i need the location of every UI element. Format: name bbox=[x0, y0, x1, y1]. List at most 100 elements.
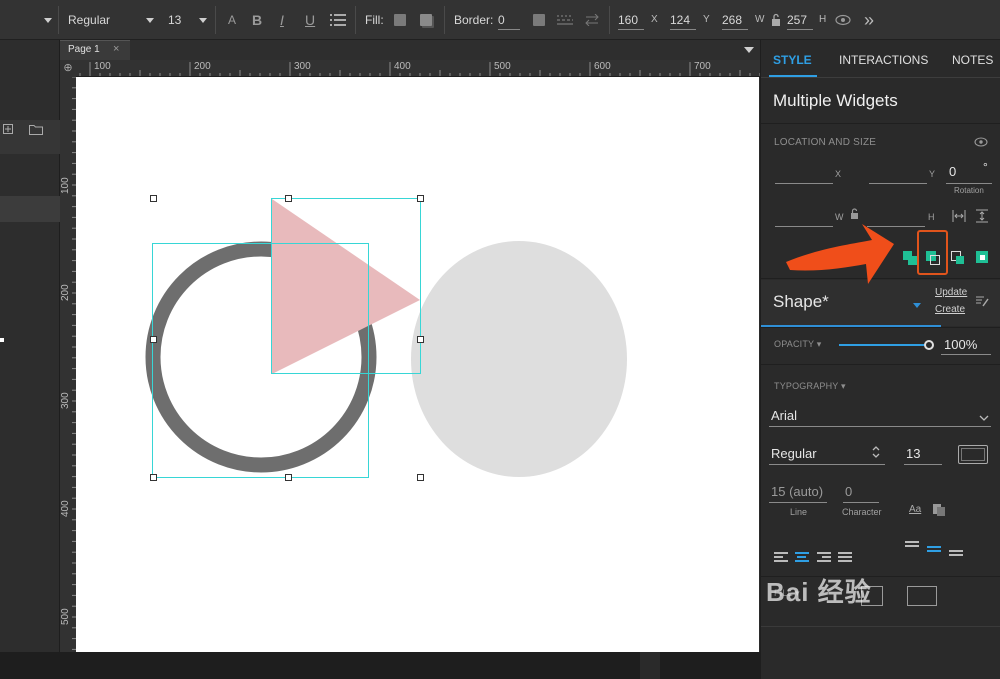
tab-style[interactable]: STYLE bbox=[773, 53, 812, 67]
align-left-icon[interactable] bbox=[774, 552, 788, 562]
font-size-dropdown-icon[interactable] bbox=[199, 18, 207, 23]
shape-style-name[interactable]: Shape* bbox=[773, 292, 829, 312]
font-color-icon[interactable]: A bbox=[228, 0, 236, 40]
tab-menu-dropdown-icon[interactable] bbox=[744, 47, 754, 53]
update-style-link[interactable]: Update bbox=[935, 287, 967, 298]
bullet-list-icon[interactable] bbox=[330, 13, 346, 27]
resize-handle[interactable] bbox=[417, 195, 424, 202]
fill-image-button[interactable] bbox=[907, 586, 937, 606]
bring-to-front-icon[interactable] bbox=[902, 250, 918, 266]
align-center-icon[interactable] bbox=[795, 552, 809, 562]
send-to-back-icon[interactable] bbox=[975, 250, 991, 266]
opacity-slider[interactable] bbox=[839, 340, 934, 350]
style-dropdown-icon[interactable] bbox=[913, 303, 921, 308]
chevron-down-icon[interactable] bbox=[979, 415, 989, 421]
fill-color-swatch[interactable] bbox=[394, 14, 406, 26]
send-backward-icon[interactable] bbox=[950, 250, 966, 266]
resize-handle[interactable] bbox=[417, 474, 424, 481]
resize-handle[interactable] bbox=[150, 474, 157, 481]
chevron-down-icon[interactable] bbox=[44, 18, 52, 23]
ruler-origin-icon[interactable]: ⊕ bbox=[60, 60, 76, 77]
rotation-unit: ° bbox=[983, 160, 988, 174]
active-tab-indicator bbox=[769, 75, 817, 77]
design-canvas[interactable] bbox=[76, 77, 759, 652]
resize-handle[interactable] bbox=[417, 336, 424, 343]
fit-height-icon[interactable] bbox=[976, 209, 988, 223]
pink-triangle-shape[interactable] bbox=[272, 199, 420, 374]
width-input[interactable]: 268 bbox=[722, 12, 748, 30]
typography-label[interactable]: TYPOGRAPHY ▾ bbox=[774, 381, 846, 392]
ruler-label: 400 bbox=[60, 500, 71, 517]
grey-circle-shape[interactable] bbox=[411, 241, 627, 477]
add-folder-icon[interactable] bbox=[29, 124, 43, 135]
location-size-heading: LOCATION AND SIZE bbox=[774, 137, 877, 148]
horizontal-ruler: 100 200 300 400 500 600 700 bbox=[60, 60, 760, 77]
toolbar-separator bbox=[444, 6, 445, 34]
top-toolbar: Regular 13 A B I U Fill: Border: 0 160 X… bbox=[0, 0, 1000, 40]
resize-handle[interactable] bbox=[285, 474, 292, 481]
ruler-label: 100 bbox=[94, 61, 111, 72]
toolbar-separator bbox=[355, 6, 356, 34]
y-position-input[interactable]: 124 bbox=[670, 12, 696, 30]
tab-page-1[interactable]: Page 1 × bbox=[60, 40, 130, 60]
y-input[interactable] bbox=[869, 183, 927, 184]
visibility-eye-icon[interactable] bbox=[835, 14, 851, 26]
underline-icon[interactable]: U bbox=[305, 0, 315, 40]
fit-width-icon[interactable] bbox=[952, 210, 966, 222]
italic-icon[interactable]: I bbox=[280, 0, 284, 40]
page-list-item[interactable] bbox=[0, 196, 60, 222]
opacity-input[interactable]: 100% bbox=[944, 337, 977, 352]
arrow-style-icon[interactable] bbox=[584, 14, 600, 26]
line-spacing-underline bbox=[769, 502, 827, 503]
height-input[interactable]: 257 bbox=[787, 12, 813, 30]
character-spacing-input[interactable]: 0 bbox=[845, 484, 852, 499]
bold-icon[interactable]: B bbox=[252, 0, 262, 40]
line-spacing-input[interactable]: 15 (auto) bbox=[771, 484, 823, 499]
resize-handle[interactable] bbox=[285, 195, 292, 202]
lock-icon[interactable] bbox=[771, 13, 781, 27]
ruler-label: 700 bbox=[694, 61, 711, 72]
border-color-swatch[interactable] bbox=[533, 14, 545, 26]
visibility-eye-icon[interactable] bbox=[974, 137, 988, 147]
more-tools-icon[interactable]: » bbox=[864, 0, 874, 40]
resize-handle[interactable] bbox=[150, 336, 157, 343]
ruler-label: 500 bbox=[494, 61, 511, 72]
add-page-icon[interactable] bbox=[3, 124, 13, 134]
text-box-icon[interactable] bbox=[958, 445, 988, 464]
text-case-icon[interactable]: Aa bbox=[909, 504, 921, 515]
font-style-select[interactable]: Regular bbox=[771, 446, 817, 461]
close-icon[interactable]: × bbox=[113, 43, 119, 55]
font-family-select[interactable]: Arial bbox=[771, 408, 797, 423]
ruler-label: 300 bbox=[294, 61, 311, 72]
edit-style-icon[interactable] bbox=[975, 294, 989, 308]
font-size-select[interactable]: 13 bbox=[168, 0, 181, 40]
left-panel bbox=[0, 40, 60, 652]
border-width-input[interactable]: 0 bbox=[498, 12, 520, 30]
vertical-align-icons[interactable] bbox=[905, 540, 967, 556]
tab-interactions[interactable]: INTERACTIONS bbox=[839, 53, 928, 67]
font-style-dropdown-icon[interactable] bbox=[146, 18, 154, 23]
character-spacing-underline bbox=[843, 502, 879, 503]
ruler-label: 300 bbox=[60, 392, 71, 409]
tab-notes[interactable]: NOTES bbox=[952, 53, 993, 67]
create-style-link[interactable]: Create bbox=[935, 304, 965, 315]
align-right-icon[interactable] bbox=[817, 552, 831, 562]
selection-title: Multiple Widgets bbox=[773, 91, 898, 110]
paste-style-icon[interactable] bbox=[932, 503, 946, 517]
x-input[interactable] bbox=[775, 183, 833, 184]
x-position-input[interactable]: 160 bbox=[618, 12, 644, 30]
shadow-icon[interactable] bbox=[420, 14, 432, 26]
align-justify-icon[interactable] bbox=[838, 552, 852, 562]
font-size-input[interactable]: 13 bbox=[906, 446, 920, 461]
border-style-icon[interactable] bbox=[557, 14, 573, 26]
resize-handle[interactable] bbox=[0, 338, 4, 342]
w-label: W bbox=[755, 14, 765, 25]
rotation-input[interactable]: 0 bbox=[949, 164, 956, 179]
font-style-select[interactable]: Regular bbox=[68, 0, 110, 40]
line-spacing-label: Line bbox=[790, 507, 808, 517]
opacity-label[interactable]: OPACITY ▾ bbox=[774, 339, 822, 350]
resize-handle[interactable] bbox=[150, 195, 157, 202]
opacity-slider-handle[interactable] bbox=[924, 340, 934, 350]
font-style-stepper-icon[interactable] bbox=[871, 445, 881, 459]
toolbar-separator bbox=[58, 6, 59, 34]
